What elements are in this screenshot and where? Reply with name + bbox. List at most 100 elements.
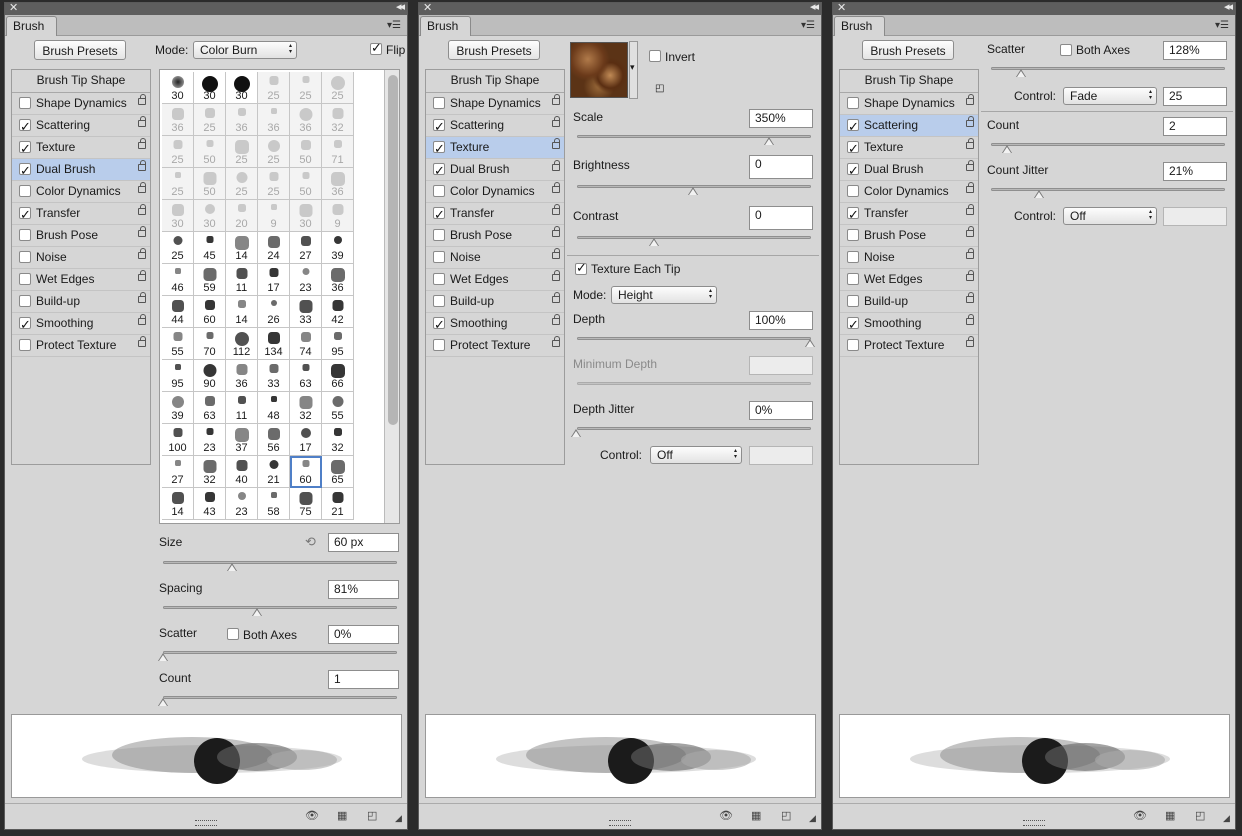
eye-icon[interactable]: 👁 bbox=[719, 809, 733, 822]
brightness-input[interactable]: 0 bbox=[749, 155, 813, 179]
brush-tip-cell[interactable]: 33 bbox=[290, 296, 322, 328]
mode-select[interactable]: Color Burn bbox=[193, 41, 297, 59]
lock-icon[interactable] bbox=[966, 226, 974, 237]
brush-tip-cell[interactable]: 59 bbox=[194, 264, 226, 296]
new-preset-from-pattern-icon[interactable]: ◰ bbox=[655, 83, 664, 94]
new-preset-icon[interactable]: ◰ bbox=[367, 809, 377, 822]
scale-input[interactable]: 350% bbox=[749, 109, 813, 128]
count-input[interactable]: 2 bbox=[1163, 117, 1227, 136]
brush-tip-cell[interactable]: 21 bbox=[322, 488, 354, 520]
close-icon[interactable]: ✕ bbox=[837, 1, 846, 14]
brush-tip-cell[interactable]: 33 bbox=[258, 360, 290, 392]
sidebar-item-protect-texture[interactable]: Protect Texture bbox=[12, 335, 150, 357]
brush-tip-cell[interactable]: 27 bbox=[290, 232, 322, 264]
lock-icon[interactable] bbox=[966, 204, 974, 215]
brush-tip-cell[interactable]: 32 bbox=[322, 424, 354, 456]
brush-tip-cell[interactable]: 30 bbox=[194, 200, 226, 232]
brush-tip-cell[interactable]: 30 bbox=[162, 72, 194, 104]
sidebar-item-checkbox[interactable] bbox=[19, 339, 31, 351]
brush-tip-cell[interactable]: 21 bbox=[258, 456, 290, 488]
sidebar-item-dual-brush[interactable]: Dual Brush bbox=[840, 159, 978, 181]
sidebar-item-checkbox[interactable] bbox=[847, 138, 859, 159]
brush-tip-cell[interactable]: 90 bbox=[194, 360, 226, 392]
sidebar-item-noise[interactable]: Noise bbox=[840, 247, 978, 269]
brush-tip-cell[interactable]: 58 bbox=[258, 488, 290, 520]
brush-presets-button[interactable]: Brush Presets bbox=[862, 40, 954, 60]
sidebar-item-build-up[interactable]: Build-up bbox=[12, 291, 150, 313]
both-axes-checkbox[interactable] bbox=[1060, 44, 1072, 56]
size-slider[interactable] bbox=[163, 561, 397, 564]
sidebar-item-checkbox[interactable] bbox=[19, 295, 31, 307]
sidebar-item-build-up[interactable]: Build-up bbox=[426, 291, 564, 313]
brush-tip-cell[interactable]: 32 bbox=[194, 456, 226, 488]
size-input[interactable]: 60 px bbox=[328, 533, 399, 552]
grid-icon[interactable]: ▦ bbox=[337, 809, 347, 822]
spacing-input[interactable]: 81% bbox=[328, 580, 399, 599]
brush-tip-cell[interactable]: 14 bbox=[226, 232, 258, 264]
lock-icon[interactable] bbox=[552, 336, 560, 347]
size-slider-thumb[interactable] bbox=[227, 563, 237, 571]
sidebar-item-checkbox[interactable] bbox=[19, 138, 31, 159]
sidebar-item-dual-brush[interactable]: Dual Brush bbox=[426, 159, 564, 181]
lock-icon[interactable] bbox=[138, 314, 146, 325]
lock-icon[interactable] bbox=[966, 314, 974, 325]
sidebar-item-checkbox[interactable] bbox=[19, 160, 31, 181]
depth-control-select[interactable]: Off bbox=[650, 446, 742, 464]
sidebar-item-checkbox[interactable] bbox=[433, 185, 445, 197]
sidebar-item-scattering[interactable]: Scattering bbox=[840, 115, 978, 137]
sidebar-item-checkbox[interactable] bbox=[847, 273, 859, 285]
eye-icon[interactable]: 👁 bbox=[305, 809, 319, 822]
sidebar-item-texture[interactable]: Texture bbox=[12, 137, 150, 159]
spacing-slider[interactable] bbox=[163, 606, 397, 609]
sidebar-item-checkbox[interactable] bbox=[847, 229, 859, 241]
brush-tip-cell[interactable]: 55 bbox=[162, 328, 194, 360]
lock-icon[interactable] bbox=[138, 248, 146, 259]
brush-tip-cell[interactable]: 44 bbox=[162, 296, 194, 328]
brush-tip-cell[interactable]: 36 bbox=[226, 360, 258, 392]
brush-tip-cell[interactable]: 11 bbox=[226, 264, 258, 296]
tab-brush[interactable]: Brush bbox=[420, 16, 472, 36]
brush-tip-cell[interactable]: 32 bbox=[322, 104, 354, 136]
resize-grip-icon[interactable]: ◢ bbox=[809, 813, 816, 824]
lock-icon[interactable] bbox=[138, 292, 146, 303]
sidebar-item-transfer[interactable]: Transfer bbox=[12, 203, 150, 225]
contrast-slider-thumb[interactable] bbox=[649, 238, 659, 246]
brush-tip-cell[interactable]: 25 bbox=[162, 136, 194, 168]
brush-tip-cell[interactable]: 25 bbox=[226, 168, 258, 200]
brush-tip-cell[interactable]: 25 bbox=[290, 72, 322, 104]
brush-tip-cell[interactable]: 25 bbox=[162, 168, 194, 200]
sidebar-item-checkbox[interactable] bbox=[19, 116, 31, 137]
sidebar-item-checkbox[interactable] bbox=[847, 116, 859, 137]
scatter-slider-thumb[interactable] bbox=[1016, 69, 1026, 77]
sidebar-item-checkbox[interactable] bbox=[433, 314, 445, 335]
panel-menu-icon[interactable]: ▾☰ bbox=[1215, 20, 1229, 31]
brush-tip-cell[interactable]: 32 bbox=[290, 392, 322, 424]
tip-grid-scroll-thumb[interactable] bbox=[388, 75, 398, 425]
sidebar-item-brush-pose[interactable]: Brush Pose bbox=[840, 225, 978, 247]
sidebar-item-brush-pose[interactable]: Brush Pose bbox=[426, 225, 564, 247]
sidebar-item-shape-dynamics[interactable]: Shape Dynamics bbox=[840, 93, 978, 115]
lock-icon[interactable] bbox=[552, 226, 560, 237]
sidebar-item-checkbox[interactable] bbox=[19, 273, 31, 285]
lock-icon[interactable] bbox=[552, 160, 560, 171]
scatter-control-select[interactable]: Fade bbox=[1063, 87, 1157, 105]
depth-jitter-input[interactable]: 0% bbox=[749, 401, 813, 420]
brush-tip-cell[interactable]: 25 bbox=[226, 136, 258, 168]
lock-icon[interactable] bbox=[552, 292, 560, 303]
brush-tip-cell[interactable]: 48 bbox=[258, 392, 290, 424]
sidebar-item-scattering[interactable]: Scattering bbox=[426, 115, 564, 137]
sidebar-item-shape-dynamics[interactable]: Shape Dynamics bbox=[12, 93, 150, 115]
depth-slider-thumb[interactable] bbox=[805, 339, 815, 347]
sidebar-item-wet-edges[interactable]: Wet Edges bbox=[840, 269, 978, 291]
count-control-select[interactable]: Off bbox=[1063, 207, 1157, 225]
resize-grip-icon[interactable]: ◢ bbox=[1223, 813, 1230, 824]
lock-icon[interactable] bbox=[138, 204, 146, 215]
lock-icon[interactable] bbox=[552, 270, 560, 281]
lock-icon[interactable] bbox=[966, 182, 974, 193]
lock-icon[interactable] bbox=[138, 270, 146, 281]
sidebar-item-smoothing[interactable]: Smoothing bbox=[12, 313, 150, 335]
brush-tip-cell[interactable]: 36 bbox=[290, 104, 322, 136]
sidebar-item-protect-texture[interactable]: Protect Texture bbox=[840, 335, 978, 357]
sidebar-item-shape-dynamics[interactable]: Shape Dynamics bbox=[426, 93, 564, 115]
sidebar-item-checkbox[interactable] bbox=[433, 204, 445, 225]
